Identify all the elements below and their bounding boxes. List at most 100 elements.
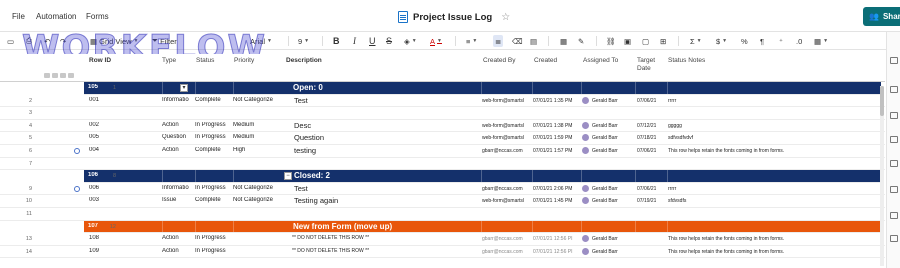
menu-file[interactable]: File bbox=[12, 12, 25, 21]
table-row[interactable]: 6 004 Action Complete High testing gbarr@nccas… bbox=[0, 145, 885, 158]
cell-created-by[interactable]: web-form@smartsl bbox=[482, 123, 530, 129]
cell-type[interactable]: Question bbox=[162, 134, 194, 140]
cell-created[interactable]: 07/01/21 1:35 PM bbox=[533, 98, 579, 104]
col-status-notes[interactable]: Status Notes bbox=[668, 57, 705, 65]
row-number[interactable]: 11 bbox=[10, 211, 32, 217]
currency-icon[interactable]: $ ▼ bbox=[716, 35, 727, 47]
cell-type[interactable]: Action bbox=[162, 122, 194, 128]
cell-created[interactable]: 07/01/21 1:59 PM bbox=[533, 135, 579, 141]
cell-row-id[interactable]: 003 bbox=[89, 197, 99, 203]
print-icon[interactable]: ⎙ bbox=[26, 35, 32, 47]
clear-format-icon[interactable]: ⌫ bbox=[512, 35, 523, 47]
table-row[interactable]: 13 108 Action In Progress ** DO NOT DELETE T… bbox=[0, 233, 885, 246]
cell-description[interactable]: ** DO NOT DELETE THIS ROW ** bbox=[292, 235, 369, 241]
cell-assigned-to[interactable]: Gerald Barr bbox=[582, 247, 618, 255]
highlight-icon[interactable]: ✎ bbox=[578, 35, 584, 47]
cell-status[interactable]: Complete bbox=[195, 97, 221, 103]
row-number[interactable]: 5 bbox=[10, 135, 32, 141]
percent-button[interactable]: % bbox=[741, 35, 748, 47]
col-created[interactable]: Created bbox=[534, 57, 557, 65]
col-assigned-to[interactable]: Assigned To bbox=[583, 57, 618, 65]
cell-status[interactable]: In Progress bbox=[195, 122, 226, 128]
italic-button[interactable]: I bbox=[353, 35, 356, 47]
group-header-row[interactable]: 12 107 New from Form (move up) bbox=[84, 220, 881, 234]
cell-row-id[interactable]: 004 bbox=[89, 147, 99, 153]
align-icon[interactable]: ≡ ▼ bbox=[466, 35, 477, 47]
menu-forms[interactable]: Forms bbox=[86, 12, 109, 21]
table-row[interactable]: 14 109 Action In Progress ** DO NOT DELETE T… bbox=[0, 246, 885, 259]
table-row[interactable]: 11 bbox=[0, 208, 885, 221]
collapse-toggle-icon[interactable]: − bbox=[284, 172, 292, 181]
col-created-by[interactable]: Created By bbox=[483, 57, 516, 65]
cell-description[interactable]: Desc bbox=[294, 121, 311, 130]
cell-row-id[interactable]: 005 bbox=[89, 134, 99, 140]
attachment-icon[interactable]: ▢ bbox=[642, 35, 649, 47]
group-header-row[interactable]: 1 105 ▾ Open: 0 bbox=[84, 82, 881, 95]
cell-status[interactable]: Complete bbox=[195, 147, 221, 153]
save-icon[interactable]: ▭ bbox=[7, 35, 14, 47]
cell-status[interactable]: In Progress bbox=[195, 185, 226, 191]
cell-status[interactable]: In Progress bbox=[195, 134, 226, 140]
cell-created[interactable]: 07/01/21 1:38 PM bbox=[533, 123, 579, 129]
col-type[interactable]: Type bbox=[162, 57, 176, 65]
table-row[interactable]: 10 003 Issue Complete Not Categorize Testing … bbox=[0, 195, 885, 208]
comments-icon[interactable] bbox=[890, 57, 898, 64]
row-number[interactable]: 14 bbox=[10, 249, 32, 255]
fill-color-icon[interactable]: ◈ ▼ bbox=[404, 35, 417, 47]
cell-target-date[interactable]: 07/18/21 bbox=[637, 135, 656, 141]
cell-row-id[interactable]: 108 bbox=[89, 235, 99, 241]
scrollbar-thumb[interactable] bbox=[880, 86, 884, 116]
menu-automation[interactable]: Automation bbox=[36, 12, 76, 21]
col-priority[interactable]: Priority bbox=[234, 57, 254, 65]
cell-status-notes[interactable]: ggggg bbox=[668, 123, 878, 129]
publish-icon[interactable] bbox=[890, 212, 898, 219]
cell-row-id[interactable]: 006 bbox=[89, 185, 99, 191]
group-title[interactable]: Closed: 2 bbox=[294, 171, 330, 180]
cell-assigned-to[interactable]: Gerald Barr bbox=[582, 134, 618, 142]
col-target-date[interactable]: Target Date bbox=[637, 57, 661, 73]
cell-assigned-to[interactable]: Gerald Barr bbox=[582, 235, 618, 243]
cell-status-notes[interactable]: sdfvsdfvdvf bbox=[668, 135, 878, 141]
cell-description[interactable]: Question bbox=[294, 133, 324, 142]
cell-assigned-to[interactable]: Gerald Barr bbox=[582, 96, 618, 104]
cell-target-date[interactable]: 07/06/21 bbox=[637, 148, 656, 154]
cell-priority[interactable]: Not Categorize bbox=[233, 185, 283, 191]
cell-row-id[interactable]: 109 bbox=[89, 248, 99, 254]
cell-created-by[interactable]: web-form@smartsl bbox=[482, 98, 530, 104]
proofing-icon[interactable] bbox=[890, 112, 898, 119]
table-row[interactable]: 3 bbox=[0, 107, 885, 120]
cell-row-id[interactable]: 105 bbox=[88, 84, 98, 90]
cell-target-date[interactable]: 07/06/21 bbox=[637, 98, 656, 104]
cell-description[interactable]: Test bbox=[294, 184, 308, 193]
cell-created-by[interactable]: gbarr@nccas.com bbox=[482, 186, 530, 192]
activity-icon[interactable] bbox=[890, 136, 898, 143]
share-button[interactable]: 👥 Shar bbox=[863, 7, 900, 26]
wrap-text-icon[interactable]: ≣ bbox=[493, 35, 504, 47]
table-row[interactable]: 7 bbox=[0, 158, 885, 171]
cell-assigned-to[interactable]: Gerald Barr bbox=[582, 184, 618, 192]
row-number[interactable]: 4 bbox=[10, 123, 32, 129]
cell-created-by[interactable]: web-form@smartsl bbox=[482, 135, 530, 141]
row-number[interactable]: 3 bbox=[10, 110, 32, 116]
cell-target-date[interactable]: 07/19/21 bbox=[637, 198, 656, 204]
cell-priority[interactable]: Not Categorize bbox=[233, 197, 283, 203]
cell-created-by[interactable]: gbarr@nccas.com bbox=[482, 148, 530, 154]
cell-priority[interactable]: Medium bbox=[233, 134, 283, 140]
cell-type[interactable]: Informatio bbox=[162, 185, 194, 191]
link-icon[interactable]: ⛓ bbox=[606, 35, 616, 47]
cell-type[interactable]: Informatio bbox=[162, 97, 194, 103]
cell-type[interactable]: Action bbox=[162, 248, 194, 254]
cell-target-date[interactable]: 07/12/21 bbox=[637, 123, 656, 129]
undo-icon[interactable]: ↶ bbox=[44, 35, 50, 47]
insert-table-icon[interactable]: ▦ bbox=[560, 35, 567, 47]
filter-button[interactable]: ⏷ Filter bbox=[152, 35, 177, 47]
cell-status-notes[interactable]: rrrrr bbox=[668, 98, 878, 104]
cell-status-notes[interactable]: This row helps retain the fonts coming i… bbox=[668, 249, 878, 255]
cell-created-by[interactable]: gbarr@nccas.com bbox=[482, 249, 530, 255]
cell-assigned-to[interactable]: Gerald Barr bbox=[582, 197, 618, 205]
text-color-icon[interactable]: A ▼ bbox=[430, 35, 442, 47]
cell-row-id[interactable]: 106 bbox=[88, 172, 98, 178]
date-format-icon[interactable]: ▦ ▼ bbox=[814, 35, 828, 47]
cell-status-notes[interactable]: rrrrr bbox=[668, 186, 878, 192]
cell-created-by[interactable]: gbarr@nccas.com bbox=[482, 236, 530, 242]
